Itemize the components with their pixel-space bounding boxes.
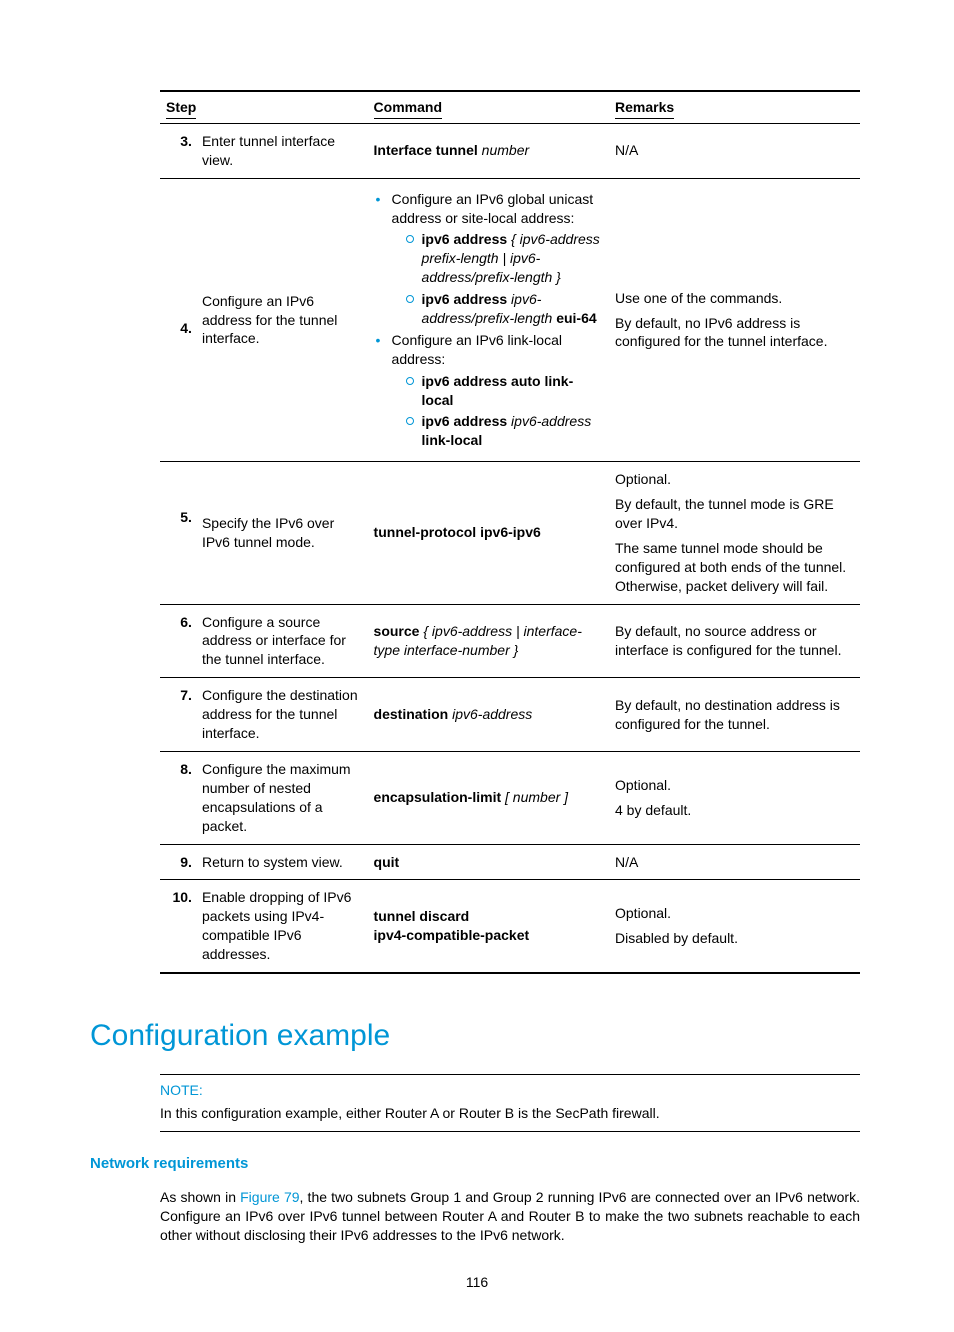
step-number: 8. (160, 751, 196, 844)
step-number: 7. (160, 678, 196, 752)
step-number: 9. (160, 844, 196, 880)
table-row: 10. Enable dropping of IPv6 packets usin… (160, 880, 860, 973)
step-desc: Configure the destination address for th… (196, 678, 368, 752)
step-desc: Enter tunnel interface view. (196, 123, 368, 178)
subsection-heading: Network requirements (90, 1154, 864, 1174)
step-command: quit (368, 844, 609, 880)
steps-table: Step Command Remarks 3. Enter tunnel int… (160, 90, 860, 974)
step-number: 5. (160, 462, 196, 604)
step-remarks: By default, no destination address is co… (609, 678, 860, 752)
page-number: 116 (90, 1273, 864, 1292)
step-command: tunnel-protocol ipv6-ipv6 (368, 462, 609, 604)
step-remarks: Use one of the commands. By default, no … (609, 178, 860, 462)
table-row: 8. Configure the maximum number of neste… (160, 751, 860, 844)
table-row: 5. Specify the IPv6 over IPv6 tunnel mod… (160, 462, 860, 604)
note-label: NOTE: (160, 1081, 860, 1100)
step-remarks: By default, no source address or interfa… (609, 604, 860, 678)
step-remarks: Optional. Disabled by default. (609, 880, 860, 973)
table-row: 3. Enter tunnel interface view. Interfac… (160, 123, 860, 178)
figure-link[interactable]: Figure 79 (240, 1189, 299, 1205)
step-remarks: N/A (609, 123, 860, 178)
step-desc: Configure the maximum number of nested e… (196, 751, 368, 844)
step-desc: Configure an IPv6 address for the tunnel… (196, 178, 368, 462)
col-command: Command (368, 91, 609, 123)
table-row: 6. Configure a source address or interfa… (160, 604, 860, 678)
step-number: 4. (160, 178, 196, 462)
step-desc: Return to system view. (196, 844, 368, 880)
step-command: destination ipv6-address (368, 678, 609, 752)
body-paragraph: As shown in Figure 79, the two subnets G… (160, 1188, 860, 1245)
step-command: tunnel discard ipv4-compatible-packet (368, 880, 609, 973)
step-remarks: N/A (609, 844, 860, 880)
step-remarks: Optional. 4 by default. (609, 751, 860, 844)
table-header-row: Step Command Remarks (160, 91, 860, 123)
table-row: 9. Return to system view. quit N/A (160, 844, 860, 880)
table-row: 4. Configure an IPv6 address for the tun… (160, 178, 860, 462)
step-desc: Enable dropping of IPv6 packets using IP… (196, 880, 368, 973)
table-row: 7. Configure the destination address for… (160, 678, 860, 752)
col-step: Step (160, 91, 368, 123)
step-desc: Configure a source address or interface … (196, 604, 368, 678)
page-container: Step Command Remarks 3. Enter tunnel int… (0, 0, 954, 1332)
step-remarks: Optional. By default, the tunnel mode is… (609, 462, 860, 604)
step-number: 3. (160, 123, 196, 178)
note-block: NOTE: In this configuration example, eit… (160, 1074, 860, 1132)
step-number: 10. (160, 880, 196, 973)
note-text: In this configuration example, either Ro… (160, 1104, 860, 1123)
step-command: Configure an IPv6 global unicast address… (368, 178, 609, 462)
step-command: Interface tunnel number (368, 123, 609, 178)
step-desc: Specify the IPv6 over IPv6 tunnel mode. (196, 462, 368, 604)
step-number: 6. (160, 604, 196, 678)
step-command: source { ipv6-address | interface-type i… (368, 604, 609, 678)
section-heading: Configuration example (90, 1016, 864, 1057)
step-command: encapsulation-limit [ number ] (368, 751, 609, 844)
col-remarks: Remarks (609, 91, 860, 123)
